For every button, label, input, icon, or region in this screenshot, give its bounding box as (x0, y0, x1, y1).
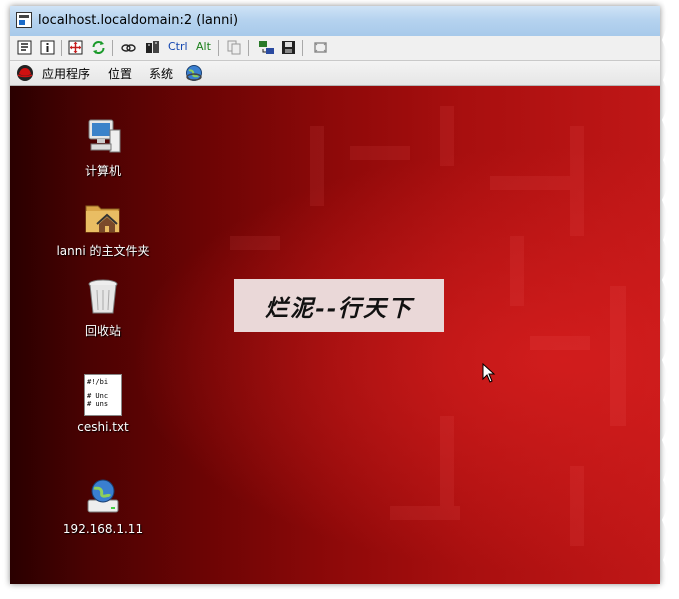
menu-applications[interactable]: 应用程序 (42, 65, 90, 82)
menu-system[interactable]: 系统 (149, 65, 173, 82)
info-icon[interactable] (39, 39, 56, 56)
desktop-icon-computer[interactable]: 计算机 (43, 116, 163, 179)
title-bar[interactable]: localhost.localdomain:2 (lanni) (10, 6, 660, 36)
desktop-icon-text-file[interactable]: #!/bi # Unc # uns ceshi.txt (43, 374, 163, 434)
home-folder-icon (83, 196, 123, 238)
trash-icon (83, 276, 123, 318)
desktop-icon-label: ceshi.txt (77, 420, 129, 434)
wallpaper-decoration (440, 106, 454, 166)
options-icon[interactable] (16, 39, 33, 56)
fullscreen-icon[interactable] (67, 39, 84, 56)
toolbar-separator (112, 40, 113, 56)
toolbar-separator (302, 40, 303, 56)
wallpaper-decoration (350, 146, 410, 160)
desktop-icon-label: lanni 的主文件夹 (56, 244, 150, 258)
ctrl-alt-del-icon[interactable] (144, 39, 161, 56)
file-preview-line: # Unc (87, 392, 109, 400)
vnc-app-icon (16, 12, 32, 28)
desktop-icon-trash[interactable]: 回收站 (43, 276, 163, 339)
window-mode-icon[interactable] (312, 39, 329, 56)
wallpaper-decoration (490, 176, 570, 190)
wallpaper-decoration (570, 126, 584, 236)
mouse-cursor-icon (482, 363, 496, 383)
wallpaper-decoration (530, 336, 590, 350)
copy-icon[interactable] (226, 39, 243, 56)
wallpaper-decoration (510, 236, 524, 306)
ctrl-key-button[interactable]: Ctrl (168, 40, 188, 53)
desktop-icon-label: 回收站 (84, 324, 121, 338)
alt-key-button[interactable]: Alt (196, 40, 211, 53)
wallpaper-decoration (230, 236, 280, 250)
computer-icon (83, 116, 123, 158)
desktop-icon-label: 192.168.1.11 (62, 522, 144, 536)
watermark-banner: 烂泥--行天下 (234, 279, 444, 332)
toolbar-separator (61, 40, 62, 56)
wallpaper-decoration (310, 126, 324, 206)
desktop-icon-home-folder[interactable]: lanni 的主文件夹 (43, 196, 163, 259)
gnome-top-panel: 应用程序 位置 系统 (10, 61, 660, 86)
wallpaper-decoration (610, 286, 626, 426)
desktop-area[interactable]: 计算机 lanni 的主文件夹 回收站 #!/bi # Unc # uns ce… (10, 86, 660, 584)
wallpaper-decoration (440, 416, 454, 506)
window-title: localhost.localdomain:2 (lanni) (38, 13, 239, 28)
toolbar-separator (218, 40, 219, 56)
transfer-icon[interactable] (258, 39, 275, 56)
refresh-icon[interactable] (90, 39, 107, 56)
toolbar-separator (248, 40, 249, 56)
torn-edge-decoration (662, 0, 679, 599)
file-preview-line: # uns (87, 400, 109, 408)
wallpaper-decoration (570, 466, 584, 546)
menu-places[interactable]: 位置 (108, 65, 132, 82)
vnc-toolbar: Ctrl Alt (10, 36, 660, 61)
network-globe-icon[interactable] (185, 64, 203, 82)
desktop-icon-network-drive[interactable]: 192.168.1.11 (43, 476, 163, 536)
keys-icon[interactable] (120, 39, 137, 56)
desktop-icon-label: 计算机 (84, 164, 121, 178)
text-file-icon: #!/bi # Unc # uns (84, 374, 122, 416)
redhat-logo-icon[interactable] (16, 64, 34, 81)
wallpaper-decoration (390, 506, 460, 520)
vnc-viewer-window: localhost.localdomain:2 (lanni) Ctrl Alt (10, 6, 660, 584)
save-icon[interactable] (280, 39, 297, 56)
file-preview-line: #!/bi (87, 378, 109, 386)
network-drive-icon (83, 476, 123, 518)
